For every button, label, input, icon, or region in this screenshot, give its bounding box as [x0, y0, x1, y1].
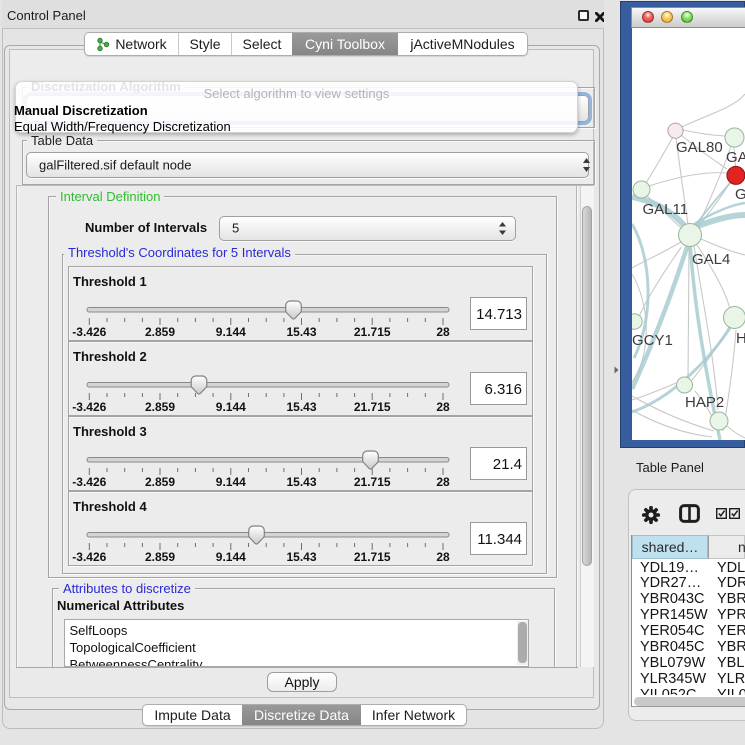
svg-text:28: 28 — [436, 325, 450, 339]
svg-text:-3.426: -3.426 — [72, 400, 106, 414]
svg-text:9.144: 9.144 — [216, 550, 246, 564]
svg-text:28: 28 — [436, 400, 450, 414]
svg-text:9.144: 9.144 — [216, 475, 246, 489]
svg-text:21.715: 21.715 — [354, 475, 391, 489]
svg-text:GCY1: GCY1 — [632, 332, 673, 349]
svg-text:H: H — [736, 330, 745, 347]
svg-text:GAL11: GAL11 — [643, 201, 689, 218]
svg-text:28: 28 — [436, 475, 450, 489]
svg-text:2.859: 2.859 — [145, 475, 175, 489]
svg-text:28: 28 — [436, 550, 450, 564]
svg-text:15.43: 15.43 — [286, 475, 316, 489]
svg-text:21.715: 21.715 — [354, 400, 391, 414]
svg-text:-3.426: -3.426 — [72, 325, 106, 339]
svg-text:9.144: 9.144 — [216, 325, 246, 339]
svg-text:2.859: 2.859 — [145, 550, 175, 564]
svg-text:-3.426: -3.426 — [72, 475, 106, 489]
svg-text:GAL4: GAL4 — [692, 251, 730, 268]
svg-text:GA: GA — [726, 149, 745, 166]
svg-text:15.43: 15.43 — [286, 400, 316, 414]
svg-text:9.144: 9.144 — [216, 400, 246, 414]
svg-text:2.859: 2.859 — [145, 325, 175, 339]
svg-text:GAL80: GAL80 — [676, 139, 723, 156]
svg-text:15.43: 15.43 — [286, 550, 316, 564]
svg-text:HAP2: HAP2 — [685, 394, 724, 411]
svg-text:G: G — [735, 186, 745, 203]
svg-text:21.715: 21.715 — [354, 550, 391, 564]
svg-text:21.715: 21.715 — [354, 325, 391, 339]
svg-text:2.859: 2.859 — [145, 400, 175, 414]
svg-text:15.43: 15.43 — [286, 325, 316, 339]
svg-text:-3.426: -3.426 — [72, 550, 106, 564]
